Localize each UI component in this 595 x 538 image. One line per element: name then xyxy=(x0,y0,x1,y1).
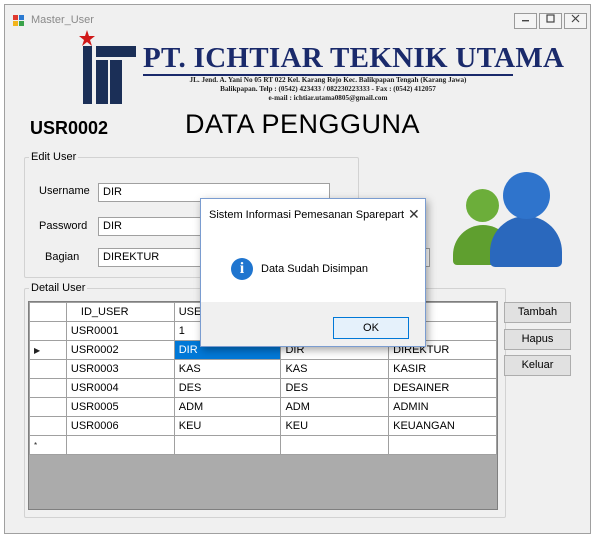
new-row[interactable]: * xyxy=(29,435,497,455)
cell-id-user[interactable]: USR0004 xyxy=(65,378,175,398)
maximize-button[interactable] xyxy=(539,13,562,29)
new-row-asterisk-icon[interactable]: * xyxy=(29,435,67,455)
company-logo xyxy=(79,30,136,104)
cell-bagian[interactable] xyxy=(388,435,497,455)
cell-bagian[interactable]: KEUANGAN xyxy=(388,416,497,436)
company-email: e-mail : ichtiar.utama0805@gmail.com xyxy=(268,94,388,102)
password-label: Password xyxy=(39,220,88,232)
cell-password[interactable]: KAS xyxy=(280,359,390,379)
information-icon: i xyxy=(231,258,253,280)
cell-id-user[interactable]: USR0002 xyxy=(65,340,175,360)
minimize-button[interactable] xyxy=(514,13,537,29)
logo-star-icon xyxy=(79,30,95,46)
app-form-icon xyxy=(13,15,24,26)
bagian-combobox[interactable]: DIREKTUR xyxy=(98,248,202,267)
dialog-close-icon[interactable]: ✕ xyxy=(408,206,420,223)
cell-password[interactable]: ADM xyxy=(280,397,390,417)
company-header: PT. ICHTIAR TEKNIK UTAMA JL. Jend. A. Ya… xyxy=(75,30,565,106)
user-blue-head xyxy=(503,172,550,219)
row-header[interactable] xyxy=(29,321,67,341)
company-address-2: Balikpapan. Telp : (0542) 423433 / 08223… xyxy=(220,85,436,93)
bagian-label: Bagian xyxy=(45,251,80,263)
cell-username[interactable] xyxy=(173,435,282,455)
dialog-message: Data Sudah Disimpan xyxy=(261,263,369,275)
company-address-1: JL. Jend. A. Yani No 05 RT 022 Kel. Kara… xyxy=(189,76,467,84)
column-header[interactable]: ID_USER xyxy=(65,302,175,322)
hapus-button[interactable]: Hapus xyxy=(504,329,571,350)
cell-bagian[interactable]: ADMIN xyxy=(388,397,497,417)
current-user-id: USR0002 xyxy=(30,118,109,138)
cell-id-user[interactable]: USR0006 xyxy=(65,416,175,436)
row-header-corner xyxy=(29,302,67,322)
cell-password[interactable] xyxy=(280,435,390,455)
row-header[interactable] xyxy=(29,416,67,436)
cell-username[interactable]: KAS xyxy=(173,359,282,379)
table-row[interactable]: USR0003 KAS KAS KASIR xyxy=(29,359,497,379)
window-title: Master_User xyxy=(31,14,94,26)
company-name: PT. ICHTIAR TEKNIK UTAMA xyxy=(143,42,565,74)
cell-id-user[interactable]: USR0005 xyxy=(65,397,175,417)
row-header[interactable] xyxy=(29,378,67,398)
table-row[interactable]: USR0006 KEU KEU KEUANGAN xyxy=(29,416,497,436)
tambah-button[interactable]: Tambah xyxy=(504,302,571,323)
table-row[interactable]: USR0004 DES DES DESAINER xyxy=(29,378,497,398)
current-row-marker-icon[interactable]: ▶ xyxy=(29,340,67,360)
message-dialog: Sistem Informasi Pemesanan Sparepart ✕ i… xyxy=(200,198,426,347)
cell-id-user[interactable] xyxy=(65,435,175,455)
cell-username[interactable]: DES xyxy=(173,378,282,398)
dialog-title: Sistem Informasi Pemesanan Sparepart xyxy=(209,209,405,221)
username-label: Username xyxy=(39,185,90,197)
maximize-icon xyxy=(546,14,555,23)
minimize-icon xyxy=(522,20,529,22)
page-title: DATA PENGGUNA xyxy=(185,109,421,139)
cell-bagian[interactable]: DESAINER xyxy=(388,378,497,398)
dialog-footer: OK xyxy=(201,302,425,346)
cell-bagian[interactable]: KASIR xyxy=(388,359,497,379)
user-green-head xyxy=(466,189,499,222)
ok-button[interactable]: OK xyxy=(333,317,409,339)
cell-id-user[interactable]: USR0003 xyxy=(65,359,175,379)
cell-username[interactable]: KEU xyxy=(173,416,282,436)
cell-id-user[interactable]: USR0001 xyxy=(65,321,175,341)
password-input[interactable]: DIR xyxy=(98,217,202,236)
detail-user-legend: Detail User xyxy=(31,282,86,294)
keluar-button[interactable]: Keluar xyxy=(504,355,571,376)
close-window-button[interactable] xyxy=(564,13,587,29)
table-row[interactable]: USR0005 ADM ADM ADMIN xyxy=(29,397,497,417)
edit-user-legend: Edit User xyxy=(31,151,77,163)
cell-password[interactable]: KEU xyxy=(280,416,390,436)
row-header[interactable] xyxy=(29,397,67,417)
cell-username[interactable]: ADM xyxy=(173,397,282,417)
cell-password[interactable]: DES xyxy=(280,378,390,398)
row-header[interactable] xyxy=(29,359,67,379)
close-icon xyxy=(571,14,580,23)
